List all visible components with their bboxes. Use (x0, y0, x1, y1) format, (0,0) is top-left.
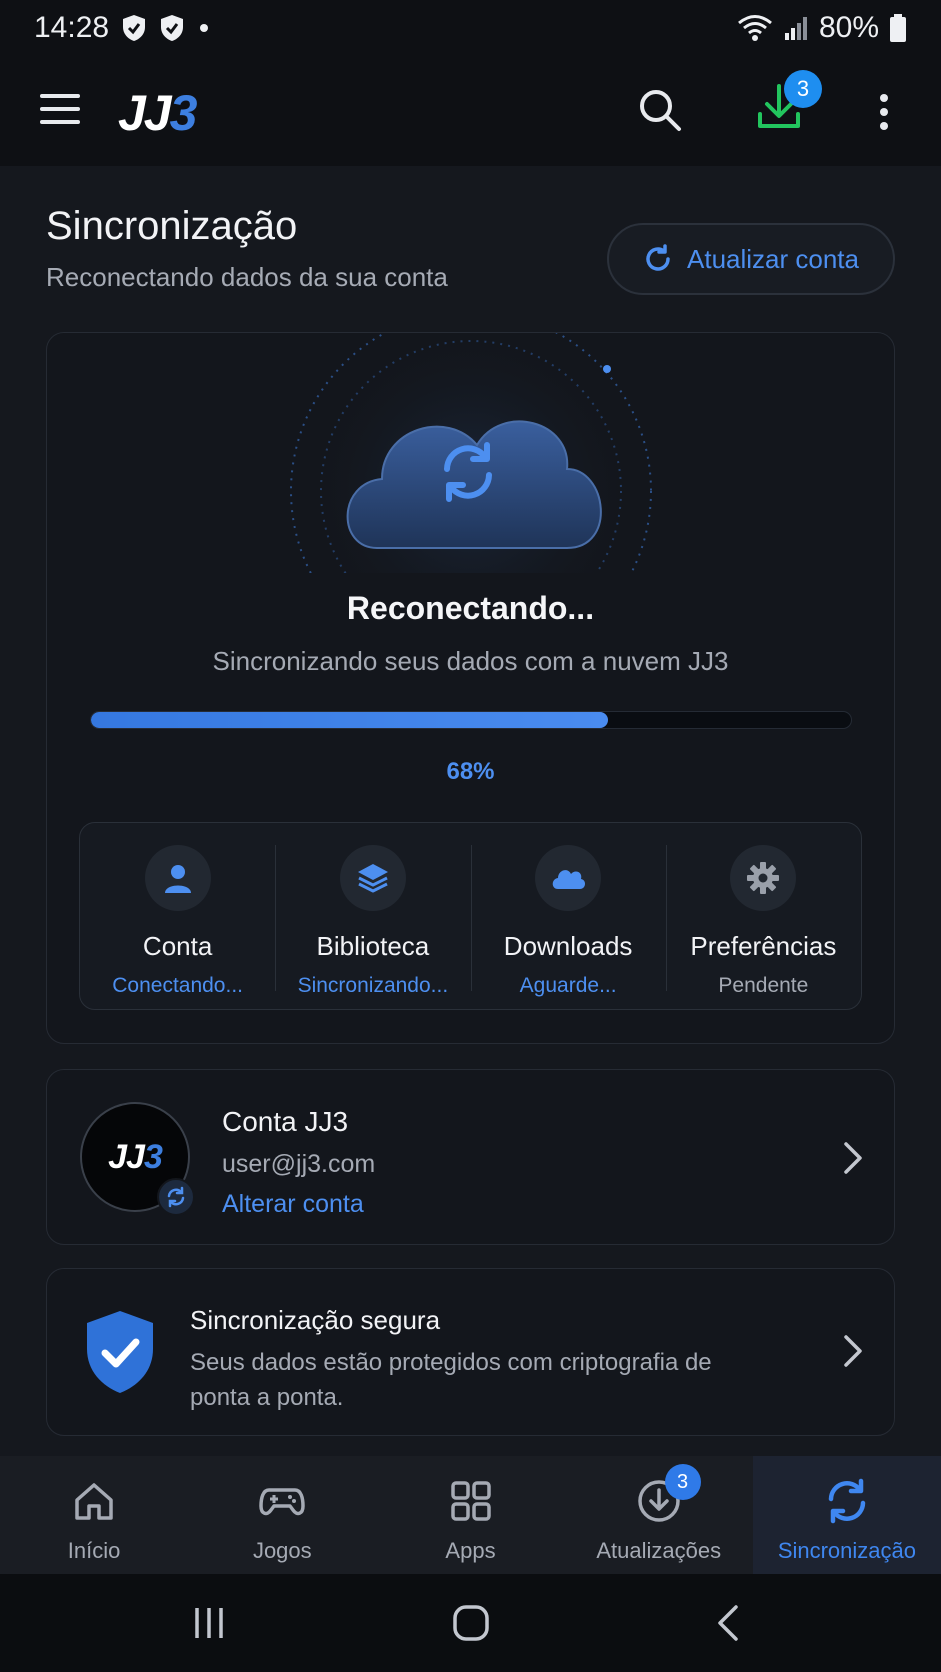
change-account-link[interactable]: Alterar conta (222, 1190, 364, 1219)
sync-item-label: Preferências (690, 931, 837, 961)
sync-description: Sincronizando seus dados com a nuvem JJ3 (212, 646, 729, 676)
sync-icon (828, 1478, 866, 1524)
layers-icon (339, 845, 406, 911)
sync-item-label: Conta (142, 931, 213, 961)
shield-icon (121, 14, 147, 42)
back-icon[interactable] (716, 1604, 740, 1642)
status-bar: 14:28 80% (0, 0, 941, 56)
nav-item-apps[interactable]: Apps (376, 1456, 564, 1574)
nav-label: Atualizações (596, 1538, 722, 1563)
app-bar: JJ3 3 (0, 56, 941, 166)
account-email: user@jj3.com (222, 1150, 376, 1178)
sync-item-preferences: Preferências Pendente (665, 823, 861, 1009)
sync-title: Reconectando... (346, 590, 595, 626)
sync-item-state: Conectando... (112, 974, 243, 997)
nav-item-sincronizacao[interactable]: Sincronização (752, 1456, 941, 1574)
sync-item-label: Biblioteca (316, 931, 430, 961)
sync-progress-percent: 68% (446, 758, 495, 785)
refresh-account-label: Atualizar conta (687, 243, 859, 274)
sync-item-downloads: Downloads Aguarde... (470, 823, 666, 1009)
menu-icon[interactable] (40, 94, 80, 126)
sync-progress-bar (90, 711, 852, 729)
shield-check-icon (87, 1311, 153, 1393)
sync-item-state: Pendente (718, 974, 809, 997)
signal-icon (783, 15, 809, 41)
gear-icon (730, 845, 797, 911)
chevron-right-icon (844, 1335, 862, 1367)
nav-item-inicio[interactable]: Início (0, 1456, 188, 1574)
search-icon[interactable] (636, 86, 684, 134)
shield-icon (159, 14, 185, 42)
nav-item-atualizacoes[interactable]: 3 Atualizações (565, 1456, 753, 1574)
gamepad-icon (259, 1488, 306, 1516)
sync-badge-icon (157, 1178, 195, 1216)
sync-item-account: Conta Conectando... (80, 823, 275, 1009)
account-name: Conta JJ3 (222, 1106, 349, 1137)
wifi-icon (737, 14, 773, 42)
sync-progress-fill (91, 712, 608, 728)
sync-items-grid: Conta Conectando... Biblioteca Sincroniz… (79, 822, 862, 1010)
nav-label: Sincronização (777, 1538, 916, 1563)
bottom-navigation: Início Jogos Apps 3 Atualizações Sincron… (0, 1456, 941, 1574)
sync-item-state: Aguarde... (519, 974, 617, 997)
sync-item-label: Downloads (503, 931, 633, 961)
battery-percent: 80% (818, 11, 879, 44)
refresh-account-button[interactable]: Atualizar conta (607, 223, 895, 295)
recents-icon[interactable] (192, 1606, 226, 1640)
home-icon (75, 1483, 113, 1520)
cloud-icon (535, 845, 602, 911)
nav-item-jogos[interactable]: Jogos (188, 1456, 376, 1574)
page-subtitle: Reconectando dados da sua conta (46, 262, 448, 292)
battery-icon (889, 13, 907, 43)
more-vert-icon[interactable] (872, 88, 896, 136)
sync-item-state: Sincronizando... (297, 974, 449, 997)
nav-label: Jogos (252, 1538, 312, 1563)
secure-sync-description: Seus dados estão protegidos com criptogr… (190, 1349, 712, 1411)
refresh-icon (646, 244, 670, 271)
updates-badge: 3 (664, 1464, 701, 1500)
sync-item-library: Biblioteca Sincronizando... (275, 823, 470, 1009)
sync-icon (444, 442, 492, 502)
system-navigation-bar (0, 1574, 941, 1672)
nav-label: Início (67, 1538, 121, 1563)
app-logo: JJ3 (118, 85, 197, 141)
secure-sync-title: Sincronização segura (190, 1305, 441, 1335)
chevron-right-icon (844, 1142, 862, 1174)
page-title: Sincronização (46, 204, 298, 248)
user-icon (144, 845, 211, 911)
nav-label: Apps (445, 1538, 496, 1563)
account-card[interactable]: JJ 3 Conta JJ3 user@jj3.com Alterar conta (46, 1069, 895, 1245)
home-button-icon[interactable] (452, 1604, 490, 1642)
downloads-badge: 3 (784, 70, 822, 108)
clock: 14:28 (34, 11, 110, 44)
apps-grid-icon (450, 1481, 491, 1521)
secure-sync-card[interactable]: Sincronização segura Seus dados estão pr… (46, 1268, 895, 1436)
notification-dot-icon (197, 21, 211, 35)
